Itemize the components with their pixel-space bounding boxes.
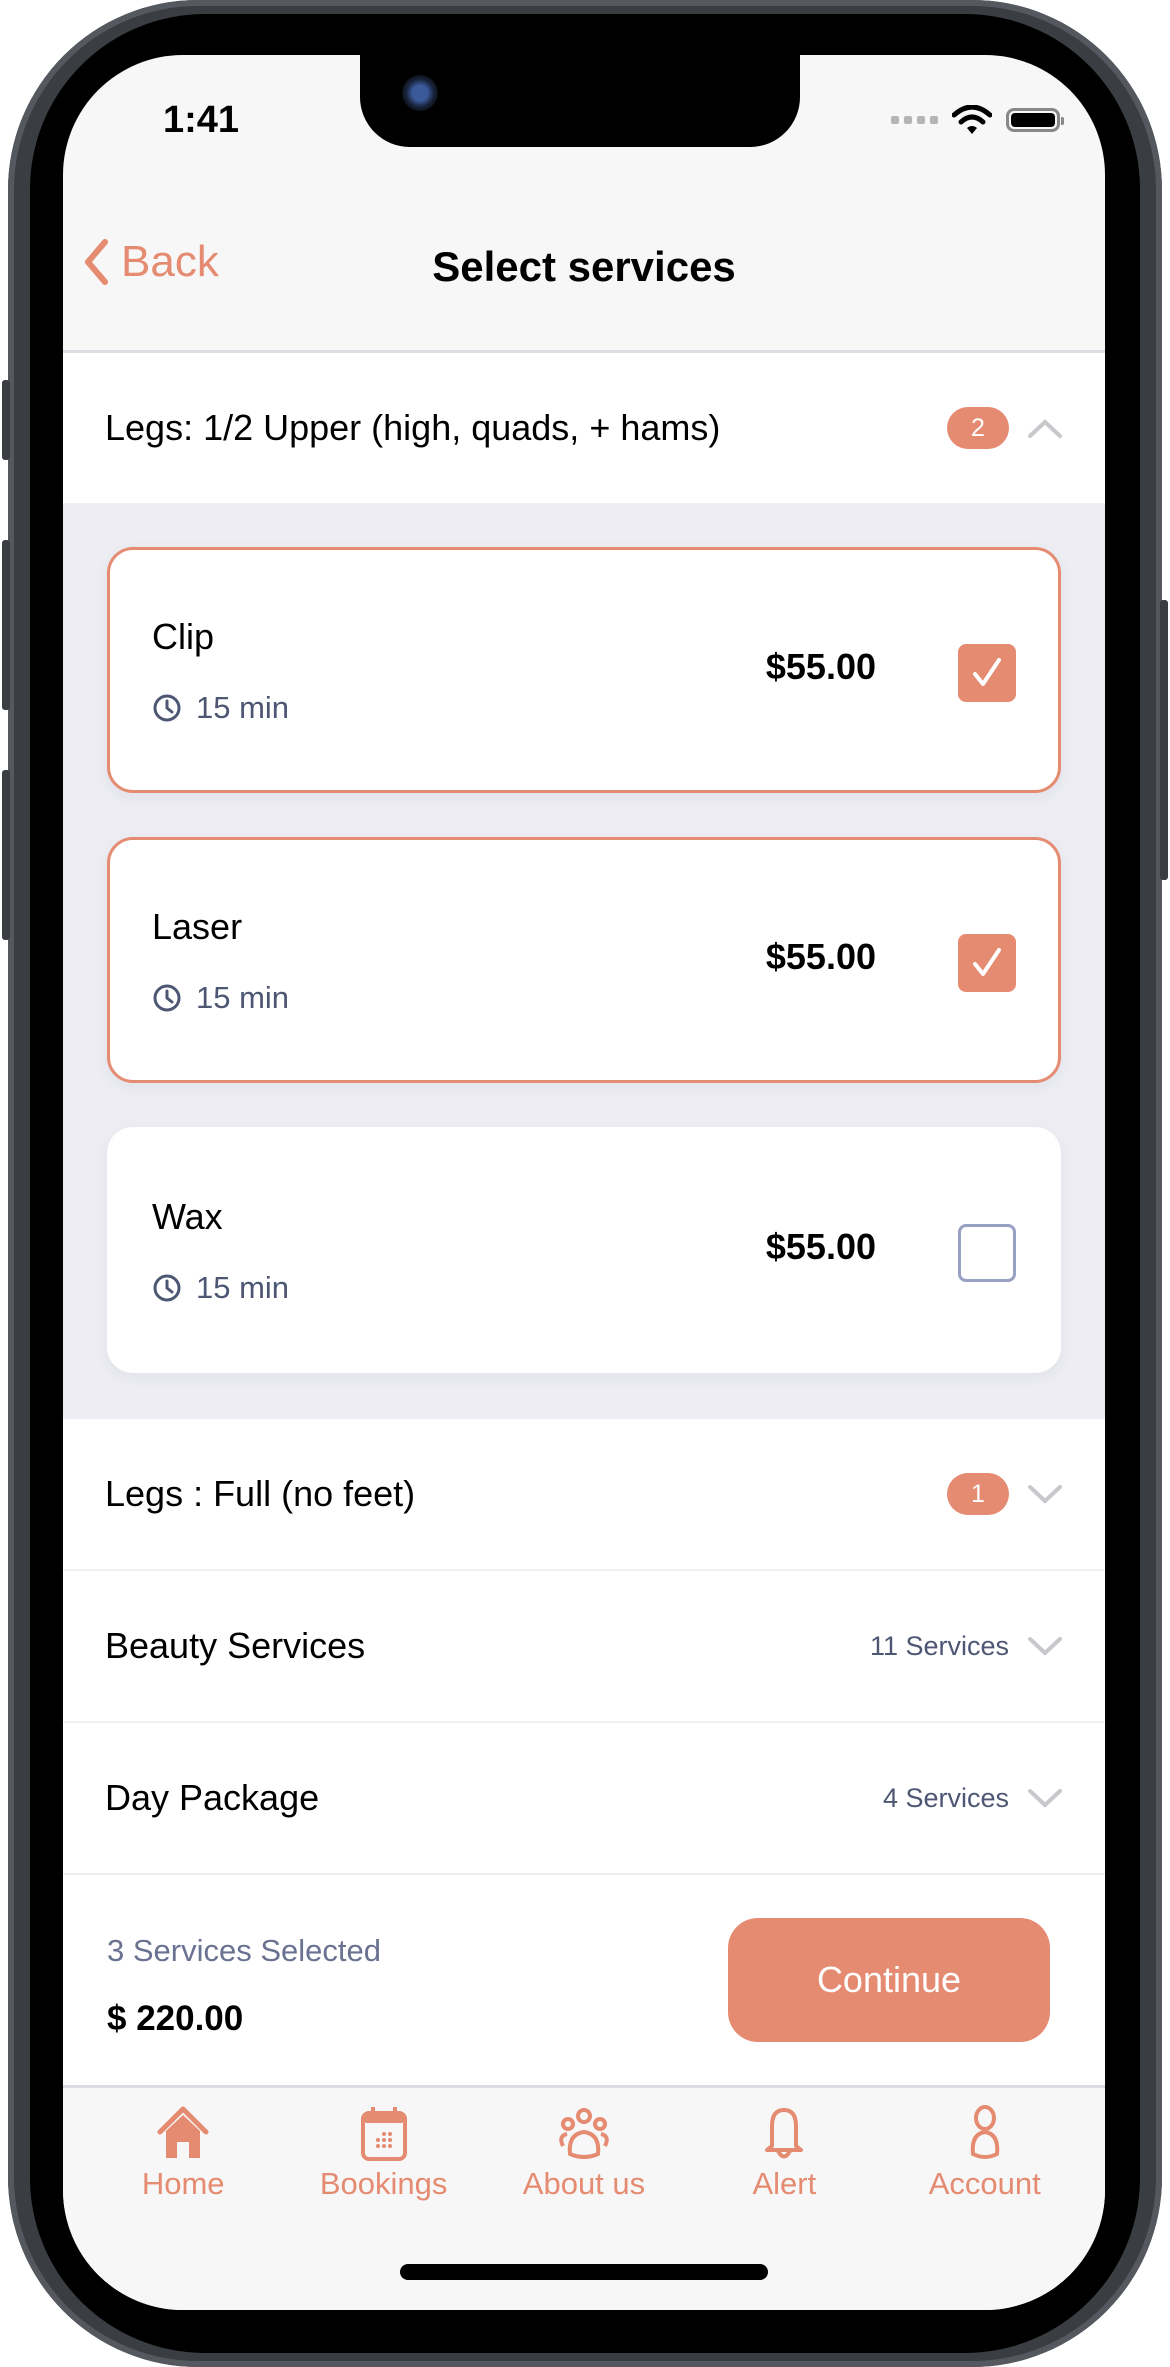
- volume-down-button: [2, 770, 10, 940]
- tab-label: Account: [928, 2166, 1041, 2201]
- group-title: Legs: 1/2 Upper (high, quads, + hams): [105, 407, 721, 448]
- service-checkbox-checked[interactable]: [958, 644, 1016, 702]
- group-header-legs-half-upper[interactable]: Legs: 1/2 Upper (high, quads, + hams) 2: [63, 353, 1105, 505]
- service-card-wax[interactable]: Wax 15 min $55.00: [107, 1127, 1061, 1373]
- selected-count-badge: 2: [947, 407, 1009, 449]
- volume-up-button: [2, 540, 10, 710]
- service-price: $55.00: [765, 646, 876, 687]
- service-duration: 15 min: [152, 1270, 289, 1306]
- notch: [360, 55, 800, 147]
- tab-label: Alert: [752, 2166, 817, 2201]
- home-indicator: [400, 2264, 768, 2280]
- selected-services-count: 3 Services Selected: [107, 1933, 381, 1968]
- calendar-icon: [360, 2107, 407, 2161]
- service-price: $55.00: [765, 1226, 876, 1267]
- selection-summary: 3 Services Selected $ 220.00 Continue: [63, 1873, 1105, 2085]
- group-title: Day Package: [105, 1777, 320, 1818]
- service-name: Wax: [152, 1196, 223, 1237]
- clock-icon: [153, 984, 181, 1012]
- chevron-up-icon: [1028, 419, 1062, 438]
- screen: 1:41 Back Select services Legs: 1/2 Uppe…: [63, 55, 1105, 2310]
- group-header-beauty-services[interactable]: Beauty Services 11 Services: [63, 1571, 1105, 1723]
- front-camera: [402, 75, 438, 111]
- side-button: [2, 380, 10, 460]
- duration-text: 15 min: [196, 690, 290, 725]
- service-card-laser[interactable]: Laser 15 min $55.00: [107, 837, 1061, 1083]
- service-name: Laser: [152, 906, 243, 947]
- selected-count-badge: 1: [947, 1473, 1009, 1515]
- group-title: Legs : Full (no feet): [105, 1473, 416, 1514]
- group-title: Beauty Services: [105, 1625, 366, 1666]
- tab-alert[interactable]: Alert: [694, 2104, 874, 2202]
- clock-icon: [153, 1274, 181, 1302]
- service-price: $55.00: [765, 936, 876, 977]
- group-header-legs-full[interactable]: Legs : Full (no feet) 1: [63, 1419, 1105, 1571]
- total-price: $ 220.00: [107, 1999, 244, 2038]
- person-icon: [970, 2105, 999, 2159]
- service-checkbox-unchecked[interactable]: [958, 1224, 1016, 1282]
- service-name: Clip: [152, 616, 215, 657]
- tab-bookings[interactable]: Bookings: [294, 2104, 474, 2202]
- service-duration: 15 min: [152, 980, 289, 1016]
- chevron-down-icon: [1028, 1485, 1062, 1504]
- continue-button[interactable]: Continue: [728, 1918, 1050, 2042]
- group-icon: [559, 2108, 609, 2159]
- tab-about-us[interactable]: About us: [494, 2104, 674, 2202]
- bell-icon: [765, 2108, 804, 2159]
- tab-home[interactable]: Home: [93, 2104, 273, 2202]
- clock-icon: [153, 694, 181, 722]
- chevron-down-icon: [1028, 1789, 1062, 1808]
- service-groups: Legs: 1/2 Upper (high, quads, + hams) 2 …: [63, 353, 1105, 1875]
- power-button: [1160, 600, 1168, 880]
- tab-label: Bookings: [319, 2166, 448, 2201]
- service-card-clip[interactable]: Clip 15 min $55.00: [107, 547, 1061, 793]
- chevron-down-icon: [1028, 1637, 1062, 1656]
- tab-label: About us: [522, 2166, 646, 2201]
- home-icon: [157, 2106, 209, 2158]
- group-header-day-package[interactable]: Day Package 4 Services: [63, 1723, 1105, 1875]
- service-checkbox-checked[interactable]: [958, 934, 1016, 992]
- duration-text: 15 min: [196, 980, 290, 1015]
- service-count: 4 Services: [882, 1782, 1009, 1813]
- tab-label: Home: [141, 2166, 225, 2201]
- service-count: 11 Services: [869, 1630, 1009, 1661]
- checkmark-icon: [973, 948, 1001, 976]
- tab-account[interactable]: Account: [895, 2104, 1075, 2202]
- page-title: Select services: [432, 243, 736, 290]
- checkmark-icon: [973, 658, 1001, 686]
- service-duration: 15 min: [152, 690, 289, 726]
- duration-text: 15 min: [196, 1270, 290, 1305]
- service-list: Clip 15 min $55.00 Laser 15 min $55.00 W…: [63, 505, 1105, 1419]
